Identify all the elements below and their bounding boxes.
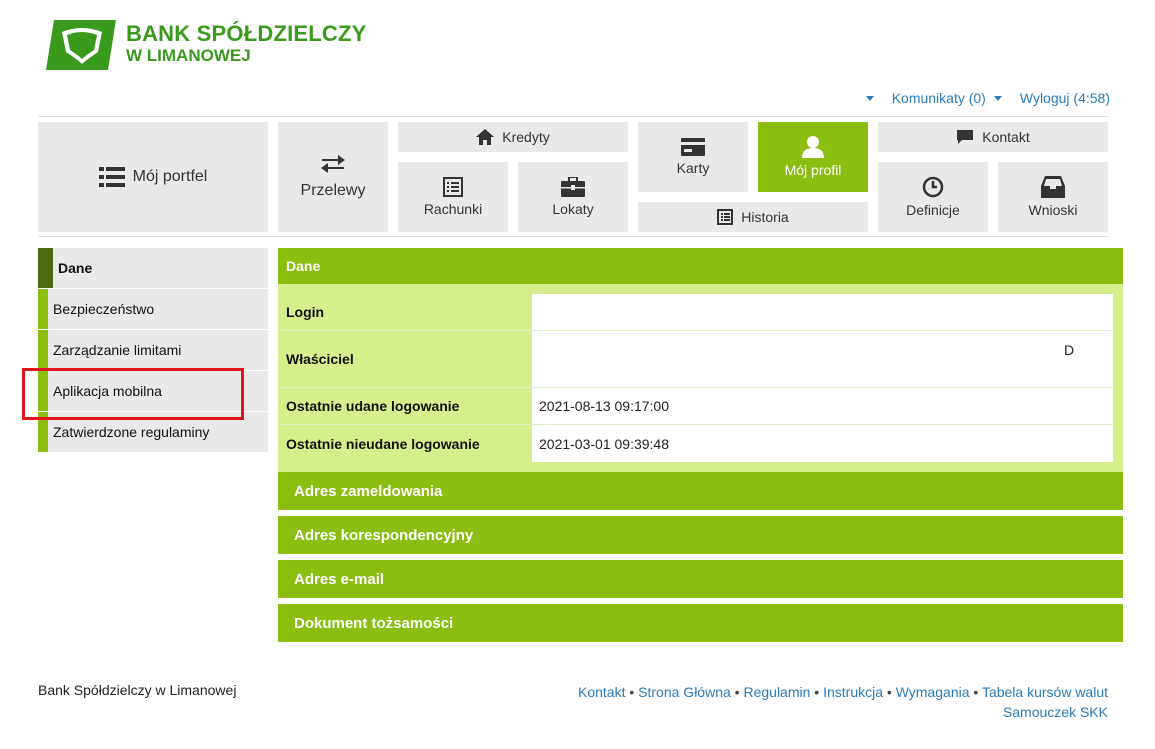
data-row-last-success-login: Ostatnie udane logowanie 2021-08-13 09:1… (278, 388, 1113, 425)
section-email-address[interactable]: Adres e-mail (278, 560, 1123, 598)
data-row-login: Login (278, 294, 1113, 331)
nav-tile-cards-label: Karty (676, 160, 710, 176)
chat-bubble-icon (956, 129, 974, 145)
bank-logo-text: BANK SPÓŁDZIELCZY W LIMANOWEJ (126, 23, 367, 67)
sidebar-item-limits[interactable]: Zarządzanie limitami (38, 330, 268, 370)
footer-link-contact[interactable]: Kontakt (578, 684, 625, 700)
nav-tile-accounts[interactable]: Rachunki (398, 162, 508, 232)
nav-tile-definitions-label: Definicje (906, 202, 960, 218)
data-row-value: D (532, 331, 1113, 387)
nav-tile-transfers[interactable]: Przelewy (278, 122, 388, 232)
nav-bottom-divider (38, 236, 1108, 237)
clock-icon (922, 176, 944, 198)
section-correspondence-address[interactable]: Adres korespondencyjny (278, 516, 1123, 554)
data-row-owner: Właściciel D (278, 331, 1113, 388)
sidebar-item-label: Dane (58, 260, 93, 276)
data-row-key: Ostatnie nieudane logowanie (286, 435, 480, 452)
user-icon (802, 136, 824, 158)
sidebar-item-security[interactable]: Bezpieczeństwo (38, 289, 268, 329)
account-dropdown-caret-icon[interactable] (865, 95, 874, 101)
profile-data-panel: Dane Login Właściciel D Ostatnie udane l… (278, 248, 1123, 642)
nav-tile-portfolio-label: Mój portfel (132, 168, 208, 185)
nav-tile-profile[interactable]: Mój profil (758, 122, 868, 192)
footer-links: Kontakt • Strona Główna • Regulamin • In… (578, 684, 1108, 720)
nav-tile-contact[interactable]: Kontakt (878, 122, 1108, 152)
nav-tile-accounts-label: Rachunki (423, 201, 483, 217)
sidebar-item-label: Zatwierdzone regulaminy (53, 424, 210, 440)
sidebar-item-label: Bezpieczeństwo (53, 301, 155, 317)
nav-tile-credits[interactable]: Kredyty (398, 122, 628, 152)
section-identity-document[interactable]: Dokument tożsamości (278, 604, 1123, 642)
panel-title: Dane (278, 248, 1123, 284)
nav-tile-history-label: Historia (741, 209, 789, 225)
bank-logo[interactable]: BANK SPÓŁDZIELCZY W LIMANOWEJ (46, 20, 367, 70)
footer-link-regulations[interactable]: Regulamin (743, 684, 810, 700)
nav-top-divider (38, 116, 1108, 117)
nav-tile-transfers-label: Przelewy (300, 182, 366, 199)
data-row-last-failed-login: Ostatnie nieudane logowanie 2021-03-01 0… (278, 425, 1113, 462)
section-registered-address[interactable]: Adres zameldowania (278, 472, 1123, 510)
bank-name-line2: W LIMANOWEJ (126, 46, 251, 65)
highlight-annotation-box (22, 368, 244, 420)
nav-tile-deposits[interactable]: Lokaty (518, 162, 628, 232)
logout-link[interactable]: Wyloguj (4:58) (1020, 90, 1110, 106)
nav-tile-definitions[interactable]: Definicje (878, 162, 988, 232)
utility-bar: Komunikaty (0) Wyloguj (4:58) (865, 90, 1110, 106)
briefcase-icon (561, 177, 585, 197)
nav-tile-applications-label: Wnioski (1028, 202, 1078, 218)
nav-tile-applications[interactable]: Wnioski (998, 162, 1108, 232)
footer-link-requirements[interactable]: Wymagania (896, 684, 970, 700)
nav-tile-profile-label: Mój profil (784, 162, 842, 178)
nav-tile-history[interactable]: Historia (638, 202, 868, 232)
nav-tile-cards[interactable]: Karty (638, 122, 748, 192)
footer-link-instructions[interactable]: Instrukcja (823, 684, 883, 700)
data-row-value: 2021-08-13 09:17:00 (532, 388, 1113, 424)
home-icon (476, 129, 495, 145)
data-row-value (532, 294, 1113, 330)
list-box-icon (717, 209, 734, 225)
footer-bank-name: Bank Spółdzielczy w Limanowej (38, 682, 237, 698)
list-icon (98, 166, 125, 188)
footer-link-home[interactable]: Strona Główna (638, 684, 731, 700)
profile-sidebar: Dane Bezpieczeństwo Zarządzanie limitami… (38, 248, 268, 453)
sidebar-item-data[interactable]: Dane (38, 248, 268, 288)
bank-logo-icon (46, 20, 116, 70)
data-row-key: Właściciel (286, 351, 354, 367)
messages-dropdown-caret-icon[interactable] (993, 95, 1002, 101)
credit-card-icon (681, 138, 705, 156)
nav-tile-contact-label: Kontakt (982, 129, 1030, 145)
panel-body: Login Właściciel D Ostatnie udane logowa… (278, 284, 1123, 472)
data-row-key: Ostatnie udane logowanie (286, 398, 460, 414)
messages-link-label[interactable]: Komunikaty (0) (892, 90, 986, 106)
nav-tile-credits-label: Kredyty (502, 129, 550, 145)
sidebar-item-label: Zarządzanie limitami (53, 342, 182, 358)
ledger-icon (443, 177, 463, 197)
nav-tile-portfolio[interactable]: Mój portfel (38, 122, 268, 232)
messages-link[interactable]: Komunikaty (0) (892, 90, 1002, 106)
footer-link-tutorial[interactable]: Samouczek SKK (1003, 704, 1108, 720)
data-row-key: Login (286, 304, 325, 320)
inbox-icon (1041, 176, 1065, 198)
data-row-value: 2021-03-01 09:39:48 (532, 425, 1113, 462)
footer-link-exchange-rates[interactable]: Tabela kursów walut (982, 684, 1108, 700)
nav-tile-deposits-label: Lokaty (552, 201, 594, 217)
transfer-arrows-icon (320, 154, 346, 174)
bank-name-line1: BANK SPÓŁDZIELCZY (126, 21, 367, 46)
